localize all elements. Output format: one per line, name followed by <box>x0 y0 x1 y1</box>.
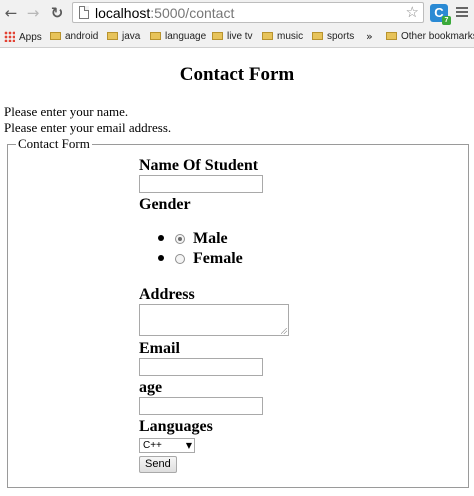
bookmark-apps[interactable]: Apps <box>4 31 42 44</box>
gender-option-male: Male <box>139 229 439 249</box>
apps-grid-icon <box>4 31 15 42</box>
bookmark-sports[interactable]: sports <box>312 31 354 44</box>
folder-icon <box>212 32 223 40</box>
bookmark-label: live tv <box>227 31 253 42</box>
languages-selected-value: C++ <box>143 440 162 451</box>
languages-label: Languages <box>139 418 213 435</box>
fieldset-legend: Contact Form <box>18 136 90 151</box>
male-label: Male <box>193 230 228 247</box>
gender-list: Male Female <box>139 229 439 269</box>
url-path: :5000/contact <box>150 5 235 21</box>
address-textarea[interactable] <box>139 304 289 336</box>
bookmark-label: Apps <box>19 32 42 43</box>
list-bullet <box>158 235 164 241</box>
email-label: Email <box>139 340 180 357</box>
send-button[interactable]: Send <box>139 456 177 473</box>
reload-icon[interactable]: ↻ <box>48 4 66 22</box>
list-bullet <box>158 255 164 261</box>
folder-icon <box>386 32 397 40</box>
bookmarks-bar: Apps android java language live tv music… <box>0 27 474 48</box>
dropdown-arrow-icon: ▼ <box>185 441 192 450</box>
url-host: localhost <box>95 5 151 21</box>
extension-icon[interactable]: C7 <box>430 4 451 25</box>
name-label: Name Of Student <box>139 157 259 174</box>
validation-message-name: Please enter your name. <box>4 104 129 119</box>
age-label: age <box>139 379 163 396</box>
bookmark-label: sports <box>327 31 355 42</box>
bookmark-label: language <box>165 31 207 42</box>
bookmark-label: java <box>122 31 141 42</box>
page-title: Contact Form <box>179 64 295 85</box>
bookmark-language[interactable]: language <box>150 31 206 44</box>
contact-form: Name Of Student Gender Male Female Addre… <box>139 157 439 473</box>
bookmark-other[interactable]: Other bookmarks <box>386 31 474 44</box>
page-icon <box>79 6 89 19</box>
folder-icon <box>107 32 118 40</box>
address-bar[interactable]: localhost:5000/contact ☆ <box>72 2 424 23</box>
folder-icon <box>312 32 323 40</box>
folder-icon <box>262 32 273 40</box>
female-label: Female <box>193 250 243 267</box>
url-text[interactable]: localhost:5000/contact <box>95 4 234 22</box>
bookmark-label: Other bookmarks <box>401 31 474 42</box>
folder-icon <box>50 32 61 40</box>
bookmark-java[interactable]: java <box>107 31 140 44</box>
address-label: Address <box>139 286 195 303</box>
female-radio[interactable] <box>175 254 185 264</box>
more-bookmarks-chevron[interactable]: » <box>366 31 373 44</box>
bookmark-android[interactable]: android <box>50 31 98 44</box>
bookmark-star-icon[interactable]: ☆ <box>406 3 419 22</box>
age-input[interactable] <box>139 397 263 415</box>
languages-select[interactable]: C++ ▼ <box>139 438 195 453</box>
bookmark-music[interactable]: music <box>262 31 303 44</box>
email-input[interactable] <box>139 358 263 376</box>
male-radio[interactable] <box>175 234 185 244</box>
menu-icon[interactable] <box>455 5 469 21</box>
bookmark-live-tv[interactable]: live tv <box>212 31 253 44</box>
folder-icon <box>150 32 161 40</box>
gender-option-female: Female <box>139 249 439 269</box>
resize-grip-icon[interactable] <box>281 328 287 334</box>
extension-badge: 7 <box>442 16 451 25</box>
validation-message-email: Please enter your email address. <box>4 120 172 135</box>
forward-arrow-icon[interactable]: → <box>24 4 42 22</box>
browser-toolbar: ← → ↻ localhost:5000/contact ☆ C7 <box>0 0 474 28</box>
bookmark-label: android <box>65 31 99 42</box>
name-input[interactable] <box>139 175 263 193</box>
gender-label: Gender <box>139 196 191 213</box>
bookmark-label: music <box>277 31 304 42</box>
back-arrow-icon[interactable]: ← <box>2 4 20 22</box>
